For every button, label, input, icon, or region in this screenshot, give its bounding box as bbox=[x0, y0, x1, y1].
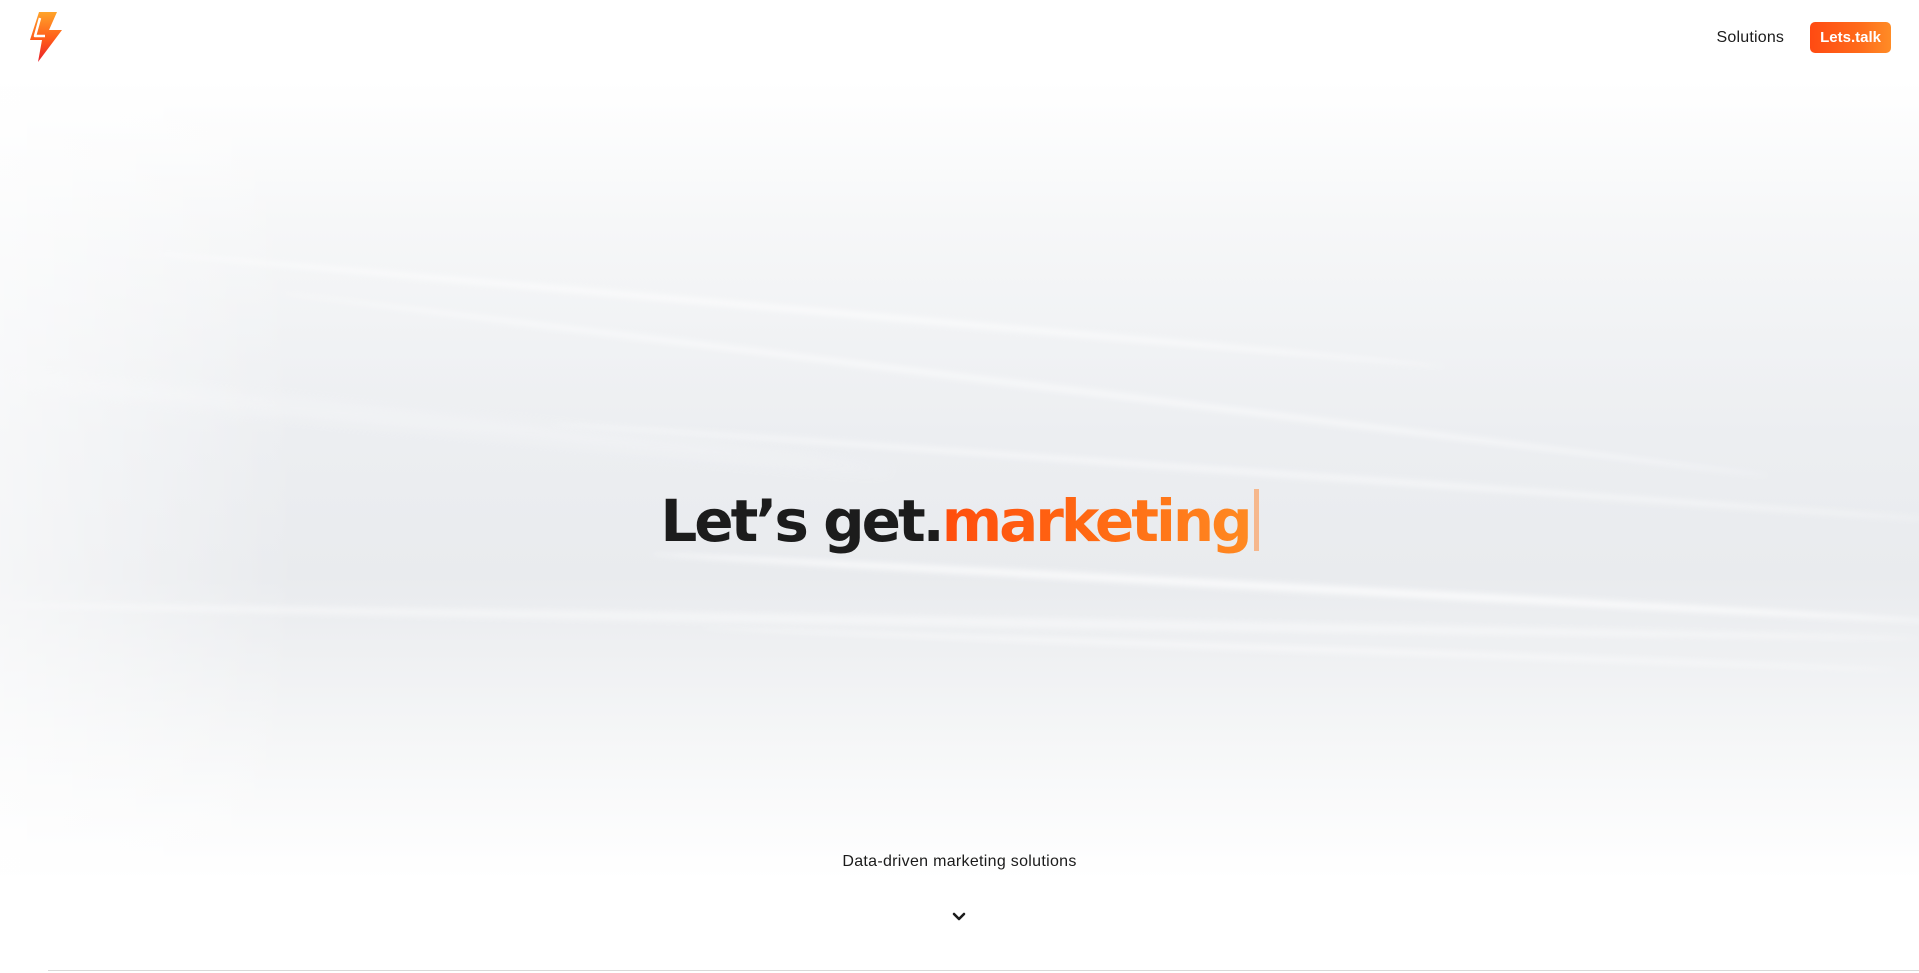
background-fade bbox=[0, 80, 300, 880]
background-streak bbox=[279, 290, 1770, 479]
typing-caret bbox=[1253, 488, 1259, 551]
section-divider bbox=[48, 970, 1919, 971]
headline-lead: Let’s get. bbox=[660, 486, 944, 555]
lightning-bolt-icon[interactable] bbox=[26, 10, 66, 64]
nav-solutions-link[interactable]: Solutions bbox=[1717, 29, 1785, 47]
hero-background bbox=[0, 80, 1919, 880]
headline-rotating-word: marketing bbox=[941, 486, 1253, 555]
lets-talk-button[interactable]: Lets.talk bbox=[1810, 22, 1891, 53]
hero-headline: Let’s get.marketing bbox=[0, 486, 1919, 556]
main-navigation: Solutions Lets.talk bbox=[1717, 22, 1891, 53]
landing-page: Solutions Lets.talk Let’s get.marketing … bbox=[0, 0, 1919, 973]
chevron-down-icon[interactable] bbox=[950, 908, 968, 926]
background-streak bbox=[149, 250, 1446, 370]
hero-tagline: Data-driven marketing solutions bbox=[842, 853, 1077, 870]
